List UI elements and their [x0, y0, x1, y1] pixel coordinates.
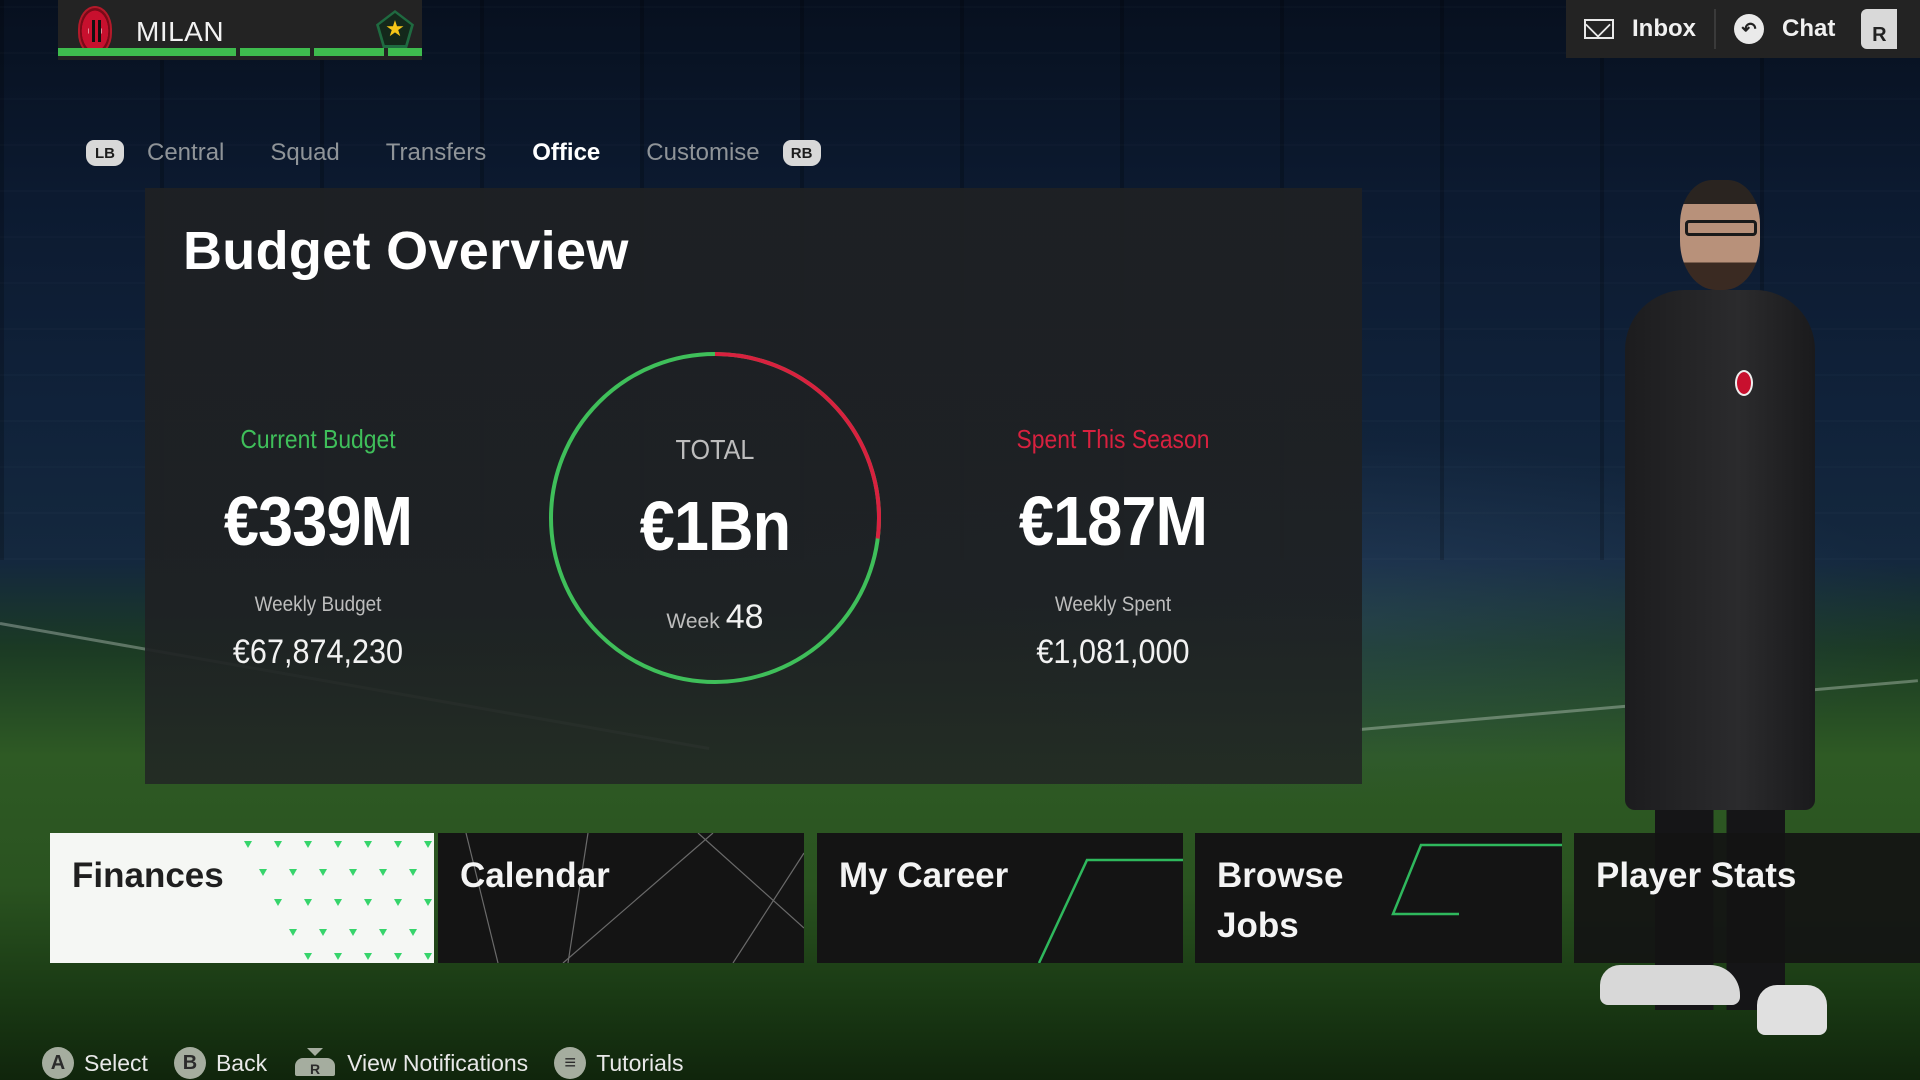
club-progress-bar	[58, 48, 422, 56]
budget-overview-panel: Budget Overview Current Budget €339M Wee…	[145, 188, 1362, 784]
top-right-bar: Inbox ↶ Chat R	[1566, 0, 1920, 58]
star-pentagon-icon: ★	[376, 10, 414, 48]
tile-label: My Career	[839, 856, 1009, 895]
button-hints: A Select B Back R View Notifications ≡ T…	[42, 1046, 710, 1080]
triangle-dot	[334, 953, 342, 960]
weekly-spent-label: Weekly Spent	[1054, 593, 1172, 616]
club-name: MILAN	[136, 16, 225, 47]
triangle-dot	[364, 953, 372, 960]
b-button-icon: B	[173, 1047, 206, 1079]
triangle-dot	[289, 869, 297, 876]
triangle-dot	[379, 869, 387, 876]
tile-label: Finances	[72, 856, 224, 895]
club-badge-icon	[1735, 370, 1753, 396]
panel-title: Budget Overview	[183, 221, 629, 281]
triangle-dot	[409, 869, 417, 876]
weekly-budget-value: €67,874,230	[232, 633, 404, 671]
spent-label: Spent This Season	[1016, 424, 1210, 454]
tile-player-stats[interactable]: Player Stats	[1574, 833, 1920, 963]
hint-label: Back	[215, 1049, 268, 1076]
triangle-dot	[364, 899, 372, 906]
triangle-dot	[319, 869, 327, 876]
weekly-budget-label: Weekly Budget	[254, 593, 382, 616]
triangle-dot	[289, 929, 297, 936]
spent-value: €187M	[1018, 482, 1208, 560]
triangle-dot	[349, 929, 357, 936]
triangle-dot	[424, 953, 432, 960]
tab-office[interactable]: Office	[532, 139, 600, 167]
total-value: €1Bn	[639, 487, 791, 565]
rb-bumper-icon[interactable]: RB	[782, 140, 821, 166]
club-bar[interactable]: MILAN ★	[58, 0, 422, 60]
triangle-dot	[244, 841, 252, 848]
chat-button[interactable]: ↶ Chat	[1716, 9, 1853, 49]
hint-label: Tutorials	[596, 1049, 684, 1076]
triangle-dot	[409, 929, 417, 936]
current-budget-label: Current Budget	[240, 424, 396, 454]
tile-browse-jobs[interactable]: Browse Jobs	[1195, 833, 1562, 963]
total-budget-ring: TOTAL €1Bn Week 48	[545, 348, 885, 688]
chat-label: Chat	[1782, 15, 1836, 42]
week-value: 48	[725, 598, 764, 636]
tile-label: Browse Jobs	[1217, 856, 1344, 945]
menu-button-icon: ≡	[554, 1047, 587, 1079]
lb-bumper-icon[interactable]: LB	[86, 140, 124, 166]
triangle-dot	[364, 841, 372, 848]
triangle-dot	[259, 869, 267, 876]
triangle-dot	[334, 841, 342, 848]
hint-label: View Notifications	[347, 1049, 529, 1076]
triangle-dot	[349, 869, 357, 876]
tile-my-career[interactable]: My Career	[817, 833, 1183, 963]
tab-transfers[interactable]: Transfers	[386, 139, 486, 167]
progress-segment	[58, 48, 236, 56]
tile-label: Calendar	[460, 856, 610, 895]
hint-select[interactable]: A Select	[42, 1047, 148, 1079]
progress-segment	[314, 48, 384, 56]
total-label: TOTAL	[675, 434, 755, 465]
right-stick-icon: R	[293, 1048, 337, 1078]
triangle-dot	[319, 929, 327, 936]
triangle-dot	[394, 953, 402, 960]
progress-segment	[388, 48, 422, 56]
hint-tutorials[interactable]: ≡ Tutorials	[554, 1047, 684, 1079]
triangle-dot	[274, 841, 282, 848]
right-stick-button-icon[interactable]: R	[1861, 9, 1898, 49]
hint-label: Select	[84, 1049, 148, 1076]
inbox-label: Inbox	[1632, 15, 1696, 42]
main-tabs: LB Central Squad Transfers Office Custom…	[86, 134, 821, 172]
triangle-dot	[304, 953, 312, 960]
weekly-spent-value: €1,081,000	[1036, 633, 1190, 671]
triangle-dot	[304, 899, 312, 906]
triangle-dot	[424, 899, 432, 906]
triangle-dot	[304, 841, 312, 848]
tile-calendar[interactable]: Calendar	[438, 833, 804, 963]
spent-section: Spent This Season €187M Weekly Spent €1,…	[940, 424, 1286, 672]
tab-squad[interactable]: Squad	[270, 139, 339, 167]
triangle-dot	[274, 899, 282, 906]
tile-label: Player Stats	[1596, 856, 1797, 895]
tile-finances[interactable]: Finances	[50, 833, 434, 963]
a-button-icon: A	[42, 1047, 74, 1079]
envelope-icon	[1584, 19, 1614, 39]
tab-customise[interactable]: Customise	[646, 139, 759, 167]
triangle-dot	[379, 929, 387, 936]
hint-back[interactable]: B Back	[173, 1047, 268, 1079]
triangle-dot	[394, 841, 402, 848]
triangle-dot	[424, 841, 432, 848]
week-label: Week	[666, 610, 720, 633]
triangle-dot	[334, 899, 342, 906]
current-budget-value: €339M	[223, 482, 413, 560]
inbox-button[interactable]: Inbox	[1566, 9, 1714, 49]
tab-central[interactable]: Central	[147, 139, 224, 167]
current-budget-section: Current Budget €339M Weekly Budget €67,8…	[145, 424, 491, 672]
hint-view-notifications[interactable]: R View Notifications	[293, 1048, 528, 1078]
progress-segment	[240, 48, 310, 56]
week-indicator: Week 48	[545, 598, 885, 637]
triangle-dot	[394, 899, 402, 906]
chat-bubble-icon: ↶	[1734, 14, 1764, 44]
